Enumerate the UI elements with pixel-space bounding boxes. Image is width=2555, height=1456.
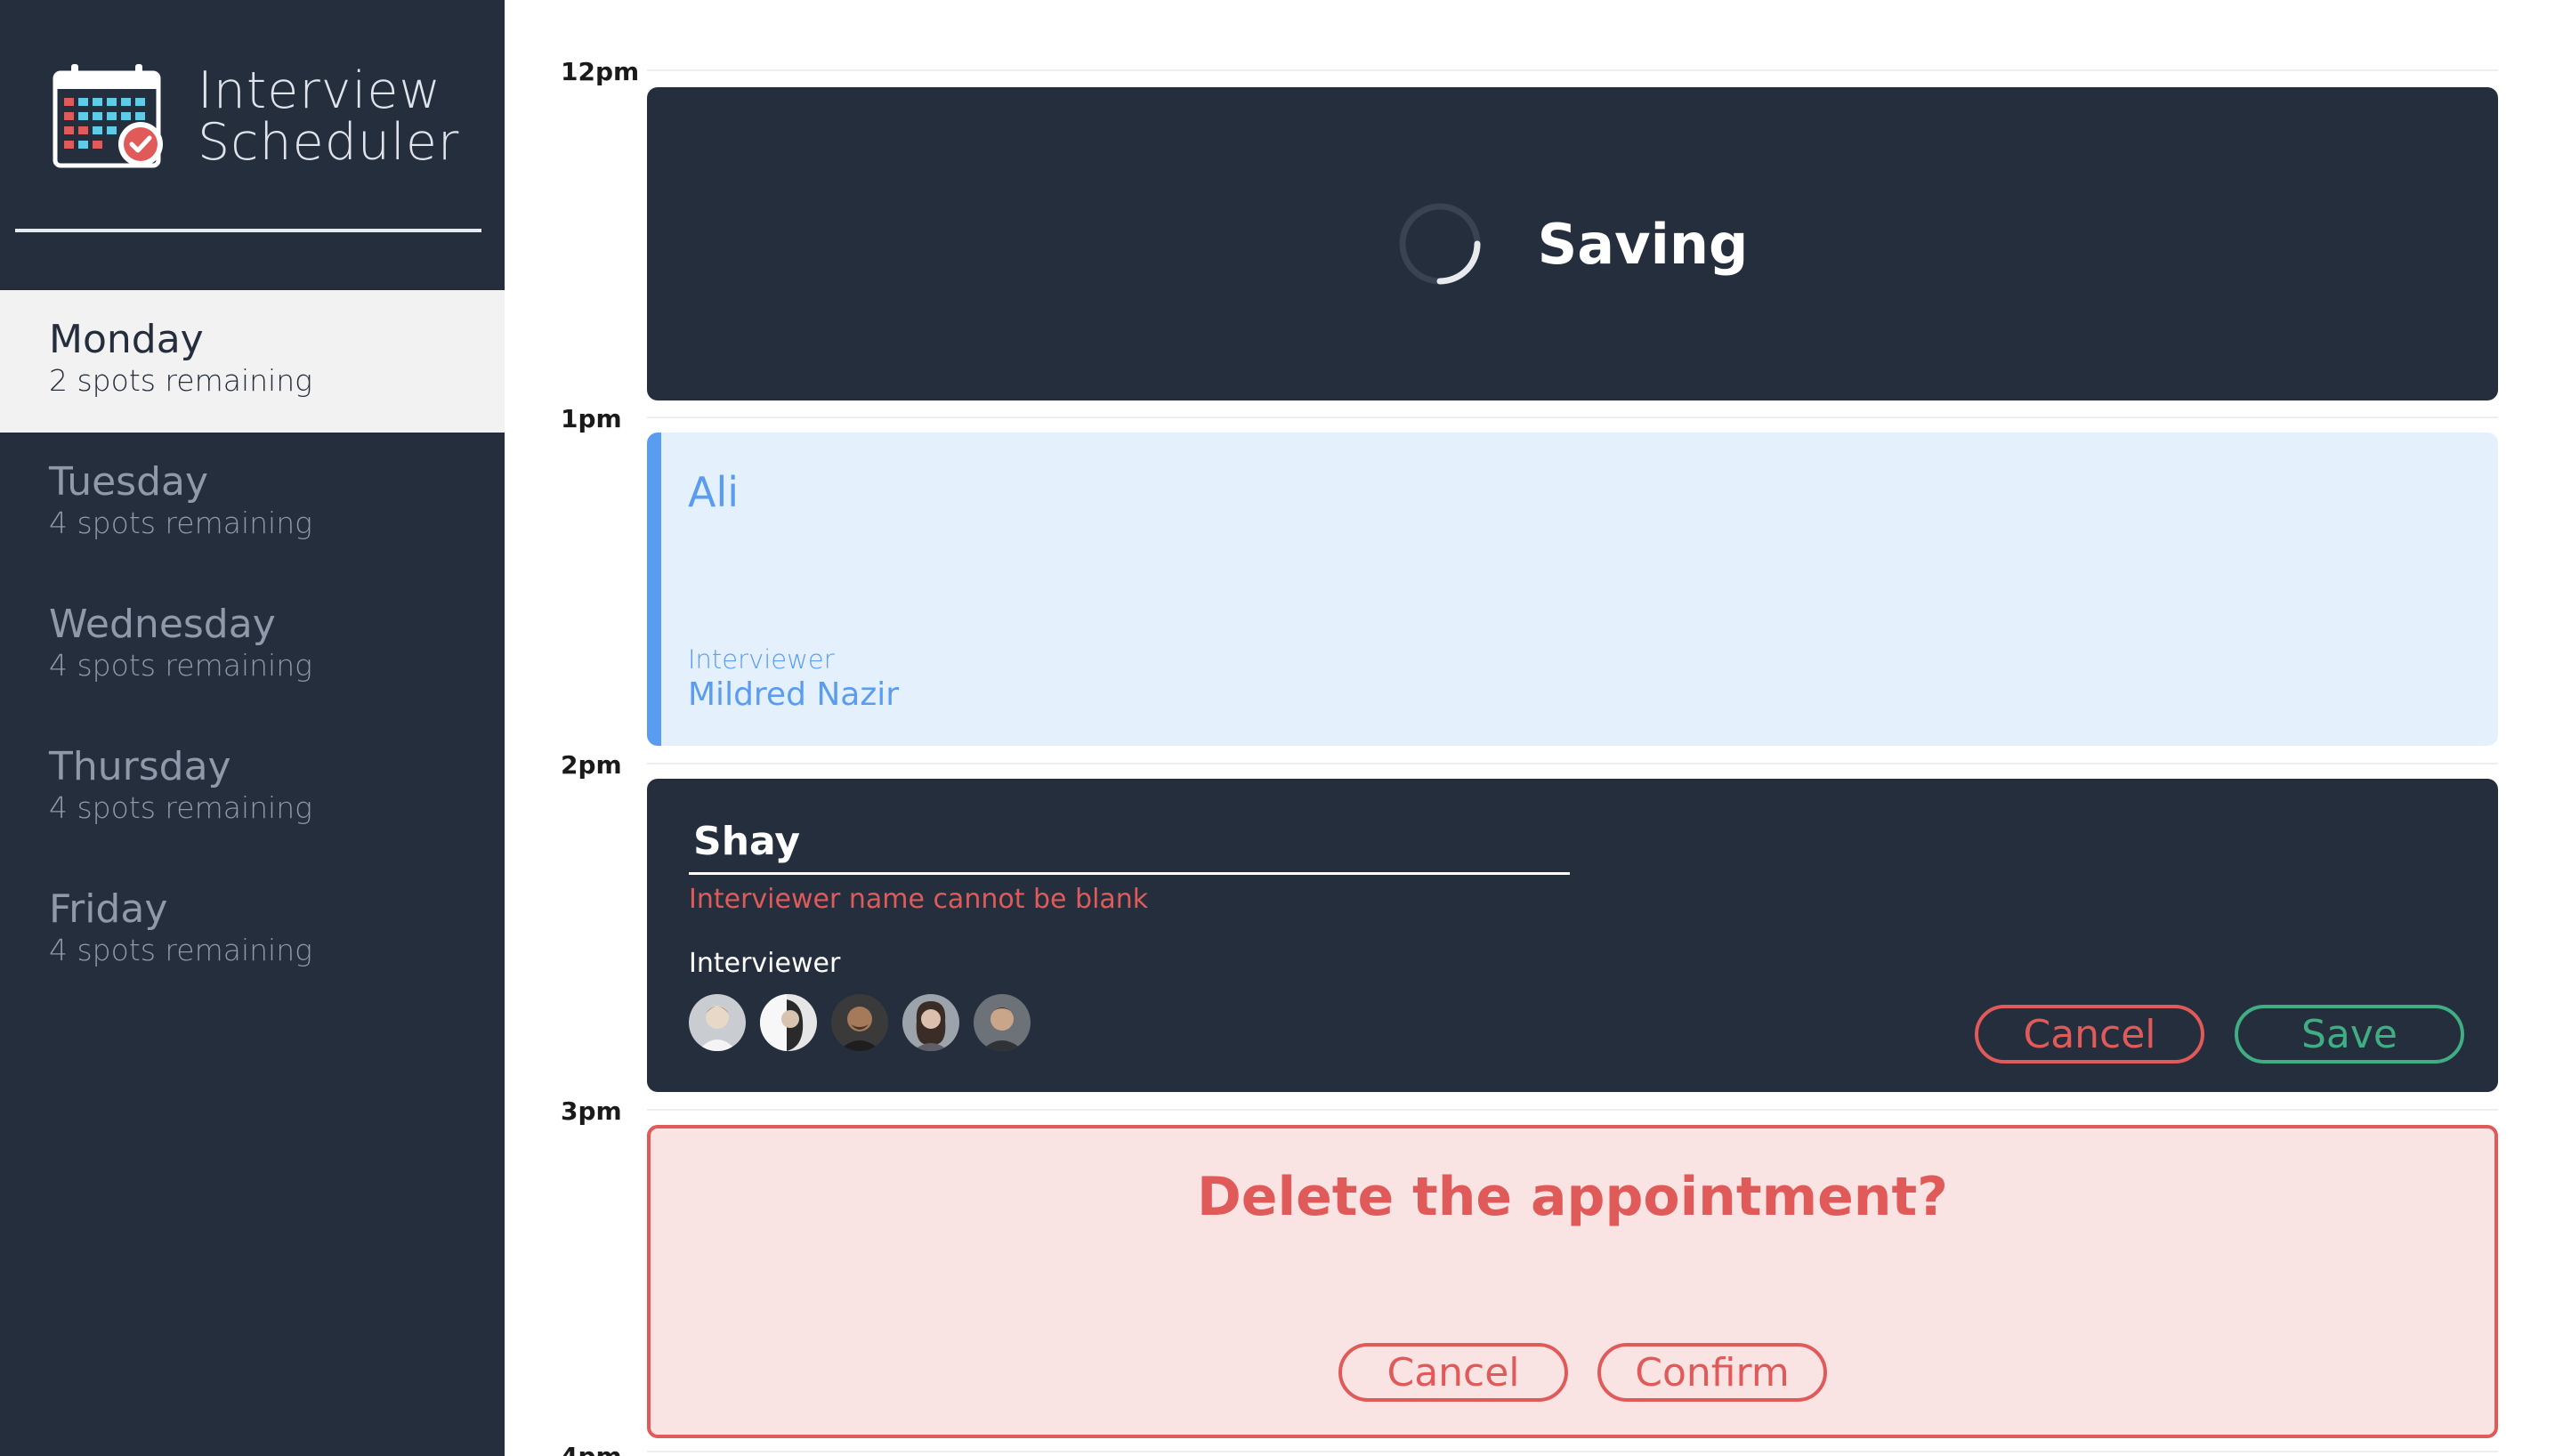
app-title-line2: Scheduler	[198, 113, 460, 172]
cancel-delete-button[interactable]: Cancel	[1338, 1343, 1568, 1402]
day-name: Thursday	[49, 744, 231, 789]
day-spots: 4 spots remaining	[49, 506, 312, 540]
student-name-input[interactable]	[689, 811, 1570, 875]
app-title: Interview Scheduler	[198, 65, 459, 168]
day-spots: 4 spots remaining	[49, 790, 312, 825]
interviewer-avatar-2[interactable]	[760, 994, 817, 1051]
appointment-saving: Saving	[647, 87, 2498, 400]
day-name: Monday	[49, 317, 204, 362]
day-name: Tuesday	[49, 459, 209, 505]
interviewer-avatar-5[interactable]	[974, 994, 1031, 1051]
time-label-12pm: 12pm	[561, 57, 640, 86]
interviewer-avatar-3[interactable]	[831, 994, 888, 1051]
app-title-line1: Interview	[198, 61, 442, 120]
validation-error: Interviewer name cannot be blank	[689, 884, 1149, 915]
appointment-confirm: Delete the appointment? Cancel Confirm	[647, 1125, 2498, 1438]
interviewer-label: Interviewer	[688, 644, 835, 675]
brand: Interview Scheduler	[52, 62, 459, 171]
day-item-friday[interactable]: Friday 4 spots remaining	[0, 860, 505, 1002]
slot-separator	[647, 1109, 2498, 1111]
saving-status: Saving	[647, 87, 2498, 400]
student-name: Ali	[688, 468, 740, 516]
day-name: Friday	[49, 886, 168, 932]
sidebar-divider	[15, 229, 481, 232]
day-item-monday[interactable]: Monday 2 spots remaining	[0, 290, 505, 433]
save-button[interactable]: Save	[2235, 1005, 2464, 1064]
slot-separator	[647, 69, 2498, 71]
interviewer-name: Mildred Nazir	[688, 676, 900, 713]
day-item-thursday[interactable]: Thursday 4 spots remaining	[0, 717, 505, 860]
time-label-2pm: 2pm	[561, 750, 622, 780]
day-item-wednesday[interactable]: Wednesday 4 spots remaining	[0, 575, 505, 717]
day-list: Monday 2 spots remaining Tuesday 4 spots…	[0, 290, 505, 1002]
cancel-button[interactable]: Cancel	[1975, 1005, 2204, 1064]
appointment-show[interactable]: Ali Interviewer Mildred Nazir	[647, 433, 2498, 746]
calendar-check-icon	[53, 64, 163, 168]
interviewer-list	[689, 994, 1045, 1051]
day-name: Wednesday	[49, 602, 276, 647]
slot-separator	[647, 1451, 2498, 1452]
confirm-delete-button[interactable]: Confirm	[1597, 1343, 1827, 1402]
slot-separator	[647, 417, 2498, 418]
time-label-3pm: 3pm	[561, 1096, 622, 1126]
time-label-4pm: 4pm	[561, 1442, 622, 1456]
saving-message: Saving	[1537, 211, 1749, 277]
loading-spinner-icon	[1399, 203, 1481, 285]
interviewer-avatar-1[interactable]	[689, 994, 746, 1051]
interviewer-label: Interviewer	[689, 948, 841, 979]
day-spots: 2 spots remaining	[49, 363, 312, 398]
sidebar: Interview Scheduler Monday 2 spots remai…	[0, 0, 505, 1456]
day-spots: 4 spots remaining	[49, 933, 312, 967]
day-spots: 4 spots remaining	[49, 648, 312, 683]
slot-separator	[647, 763, 2498, 764]
confirm-message: Delete the appointment?	[1197, 1166, 1948, 1228]
time-label-1pm: 1pm	[561, 404, 622, 433]
appointment-form: Interviewer name cannot be blank Intervi…	[647, 779, 2498, 1092]
interviewer-avatar-4[interactable]	[902, 994, 959, 1051]
day-item-tuesday[interactable]: Tuesday 4 spots remaining	[0, 433, 505, 575]
